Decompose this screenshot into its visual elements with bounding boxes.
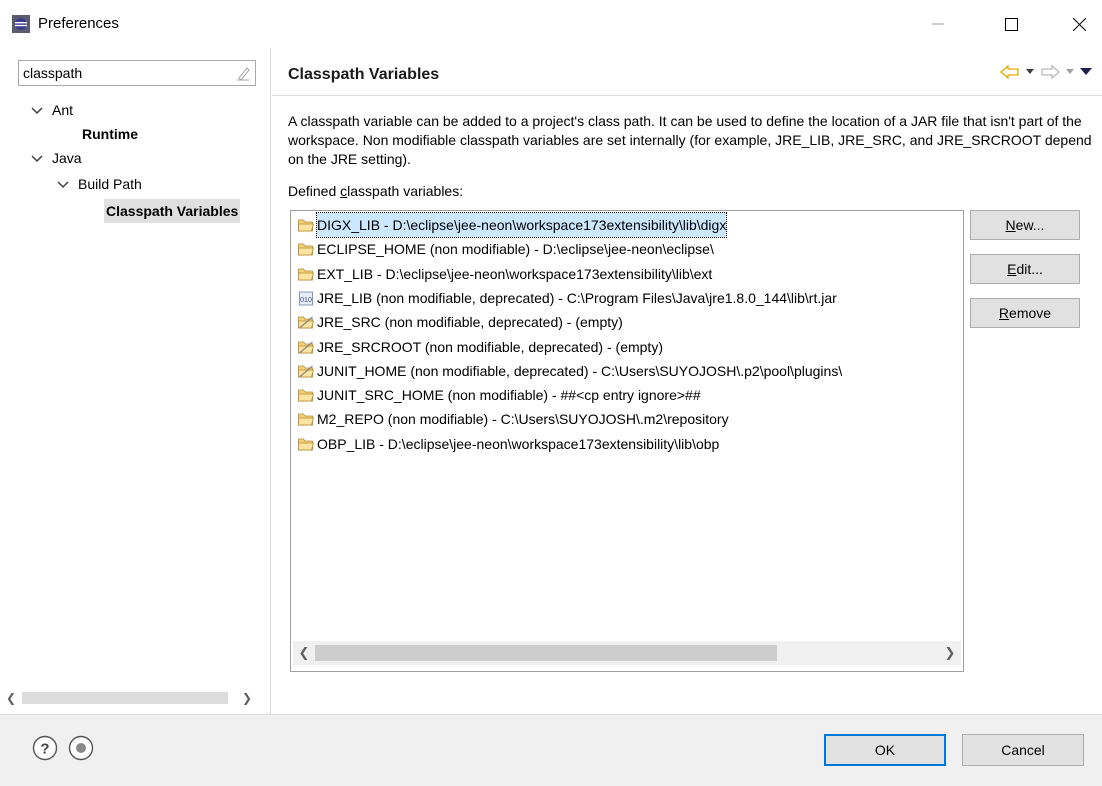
variable-row[interactable]: DIGX_LIB - D:\eclipse\jee-neon\workspace… <box>297 212 728 238</box>
title-bar: Preferences <box>0 0 1102 48</box>
scroll-right-icon[interactable]: ❯ <box>240 690 254 706</box>
cancel-button[interactable]: Cancel <box>962 734 1084 766</box>
variable-label: M2_REPO (non modifiable) - C:\Users\SUYO… <box>317 411 729 428</box>
dialog-button-bar: ? OK Cancel <box>0 714 1102 786</box>
clear-filter-icon[interactable] <box>235 65 251 81</box>
variable-row[interactable]: ECLIPSE_HOME (non modifiable) - D:\eclip… <box>297 237 714 261</box>
filter-field[interactable] <box>18 60 256 86</box>
dropdown-arrow-icon <box>1026 69 1034 74</box>
variable-row[interactable]: M2_REPO (non modifiable) - C:\Users\SUYO… <box>297 407 729 431</box>
ok-button[interactable]: OK <box>824 734 946 766</box>
tree-item-label: Runtime <box>82 126 138 142</box>
help-icon[interactable]: ? <box>32 735 58 761</box>
tree-item-java[interactable]: Java <box>30 146 82 170</box>
variable-label: JRE_LIB (non modifiable, deprecated) - C… <box>317 289 837 306</box>
maximize-button[interactable] <box>988 0 1034 48</box>
jar-icon: 010 <box>299 291 313 306</box>
minimize-button[interactable] <box>915 0 961 48</box>
dropdown-arrow-icon <box>1066 69 1074 74</box>
list-horizontal-scrollbar[interactable]: ❮ ❯ <box>293 641 961 665</box>
back-arrow-icon <box>1000 65 1019 79</box>
preferences-navigation-pane: Ant Runtime Java Build Path Classpath Va… <box>0 48 271 714</box>
variable-label: OBP_LIB - D:\eclipse\jee-neon\workspace1… <box>317 435 720 452</box>
eclipse-app-icon <box>12 15 30 33</box>
new-variable-button[interactable]: New... <box>970 210 1080 240</box>
variable-row[interactable]: JUNIT_SRC_HOME (non modifiable) - ##<cp … <box>297 383 701 407</box>
maximize-icon <box>1004 17 1018 31</box>
variable-label: DIGX_LIB - D:\eclipse\jee-neon\workspace… <box>315 212 728 238</box>
tree-item-label: Build Path <box>78 176 142 192</box>
tree-horizontal-scrollbar[interactable]: ❮ ❯ <box>2 688 268 708</box>
scrollbar-thumb[interactable] <box>315 645 777 661</box>
variable-label: ECLIPSE_HOME (non modifiable) - D:\eclip… <box>317 241 714 258</box>
folder-icon <box>298 219 315 232</box>
tree-item-ant[interactable]: Ant <box>30 98 73 122</box>
folder-icon <box>298 268 315 280</box>
edit-variable-button[interactable]: Edit... <box>970 254 1080 284</box>
window-title: Preferences <box>38 15 119 32</box>
tree-item-label: Java <box>52 150 82 166</box>
tree-item-runtime[interactable]: Runtime <box>82 122 138 146</box>
variable-label: JUNIT_SRC_HOME (non modifiable) - ##<cp … <box>317 387 701 404</box>
scroll-left-icon[interactable]: ❮ <box>297 645 311 661</box>
forward-button[interactable] <box>1040 65 1060 79</box>
variable-row[interactable]: EXT_LIB - D:\eclipse\jee-neon\workspace1… <box>297 262 712 286</box>
variable-row[interactable]: JRE_SRC (non modifiable, deprecated) - (… <box>297 310 623 334</box>
folder-icon <box>298 389 315 402</box>
classpath-variables-list[interactable]: DIGX_LIB - D:\eclipse\jee-neon\workspace… <box>290 210 964 672</box>
variable-label: EXT_LIB - D:\eclipse\jee-neon\workspace1… <box>317 265 713 282</box>
deprecated-folder-icon <box>298 365 315 378</box>
tree-item-build-path[interactable]: Build Path <box>56 172 142 196</box>
defined-variables-label: Defined classpath variables: <box>288 183 464 199</box>
filter-input[interactable] <box>23 64 223 82</box>
history-navigation <box>1000 62 1092 82</box>
record-macro-icon[interactable] <box>68 735 94 761</box>
page-title: Classpath Variables <box>288 66 440 83</box>
variable-row[interactable]: 010 JRE_LIB (non modifiable, deprecated) … <box>297 286 837 310</box>
back-button[interactable] <box>1000 65 1020 79</box>
view-menu-button[interactable] <box>1080 68 1092 76</box>
chevron-down-icon[interactable] <box>30 104 44 118</box>
folder-icon <box>298 413 315 426</box>
svg-text:010: 010 <box>300 297 312 304</box>
variable-label: JRE_SRCROOT (non modifiable, deprecated)… <box>317 338 663 355</box>
tree-item-classpath-variables[interactable]: Classpath Variables <box>104 199 241 223</box>
remove-variable-button[interactable]: Remove <box>970 298 1080 328</box>
variable-label: JUNIT_HOME (non modifiable, deprecated) … <box>317 362 843 379</box>
preference-page: Classpath Variables A classpath variable… <box>272 48 1102 714</box>
minimize-icon <box>932 23 944 25</box>
forward-history-dropdown[interactable] <box>1066 69 1074 75</box>
variable-row[interactable]: JRE_SRCROOT (non modifiable, deprecated)… <box>297 335 663 359</box>
scrollbar-thumb[interactable] <box>22 692 228 704</box>
view-menu-icon <box>1080 68 1092 75</box>
close-button[interactable] <box>1056 0 1102 48</box>
scroll-right-icon[interactable]: ❯ <box>943 645 957 661</box>
variable-row[interactable]: OBP_LIB - D:\eclipse\jee-neon\workspace1… <box>297 432 719 456</box>
back-history-dropdown[interactable] <box>1026 69 1034 75</box>
folder-icon <box>298 243 315 256</box>
tree-item-label: Classpath Variables <box>106 203 239 219</box>
tree-item-label: Ant <box>52 102 74 118</box>
page-description: A classpath variable can be added to a p… <box>288 113 1092 167</box>
close-icon <box>1072 17 1086 31</box>
forward-arrow-icon <box>1041 65 1060 79</box>
svg-text:?: ? <box>40 741 49 758</box>
folder-icon <box>298 438 315 451</box>
scroll-left-icon[interactable]: ❮ <box>4 690 18 706</box>
deprecated-folder-icon <box>298 341 315 353</box>
variable-row[interactable]: JUNIT_HOME (non modifiable, deprecated) … <box>297 359 842 383</box>
deprecated-folder-icon <box>298 316 315 329</box>
page-header: Classpath Variables <box>272 48 1102 96</box>
variable-label: JRE_SRC (non modifiable, deprecated) - (… <box>317 314 623 331</box>
chevron-down-icon[interactable] <box>56 178 70 192</box>
chevron-down-icon[interactable] <box>30 152 44 166</box>
